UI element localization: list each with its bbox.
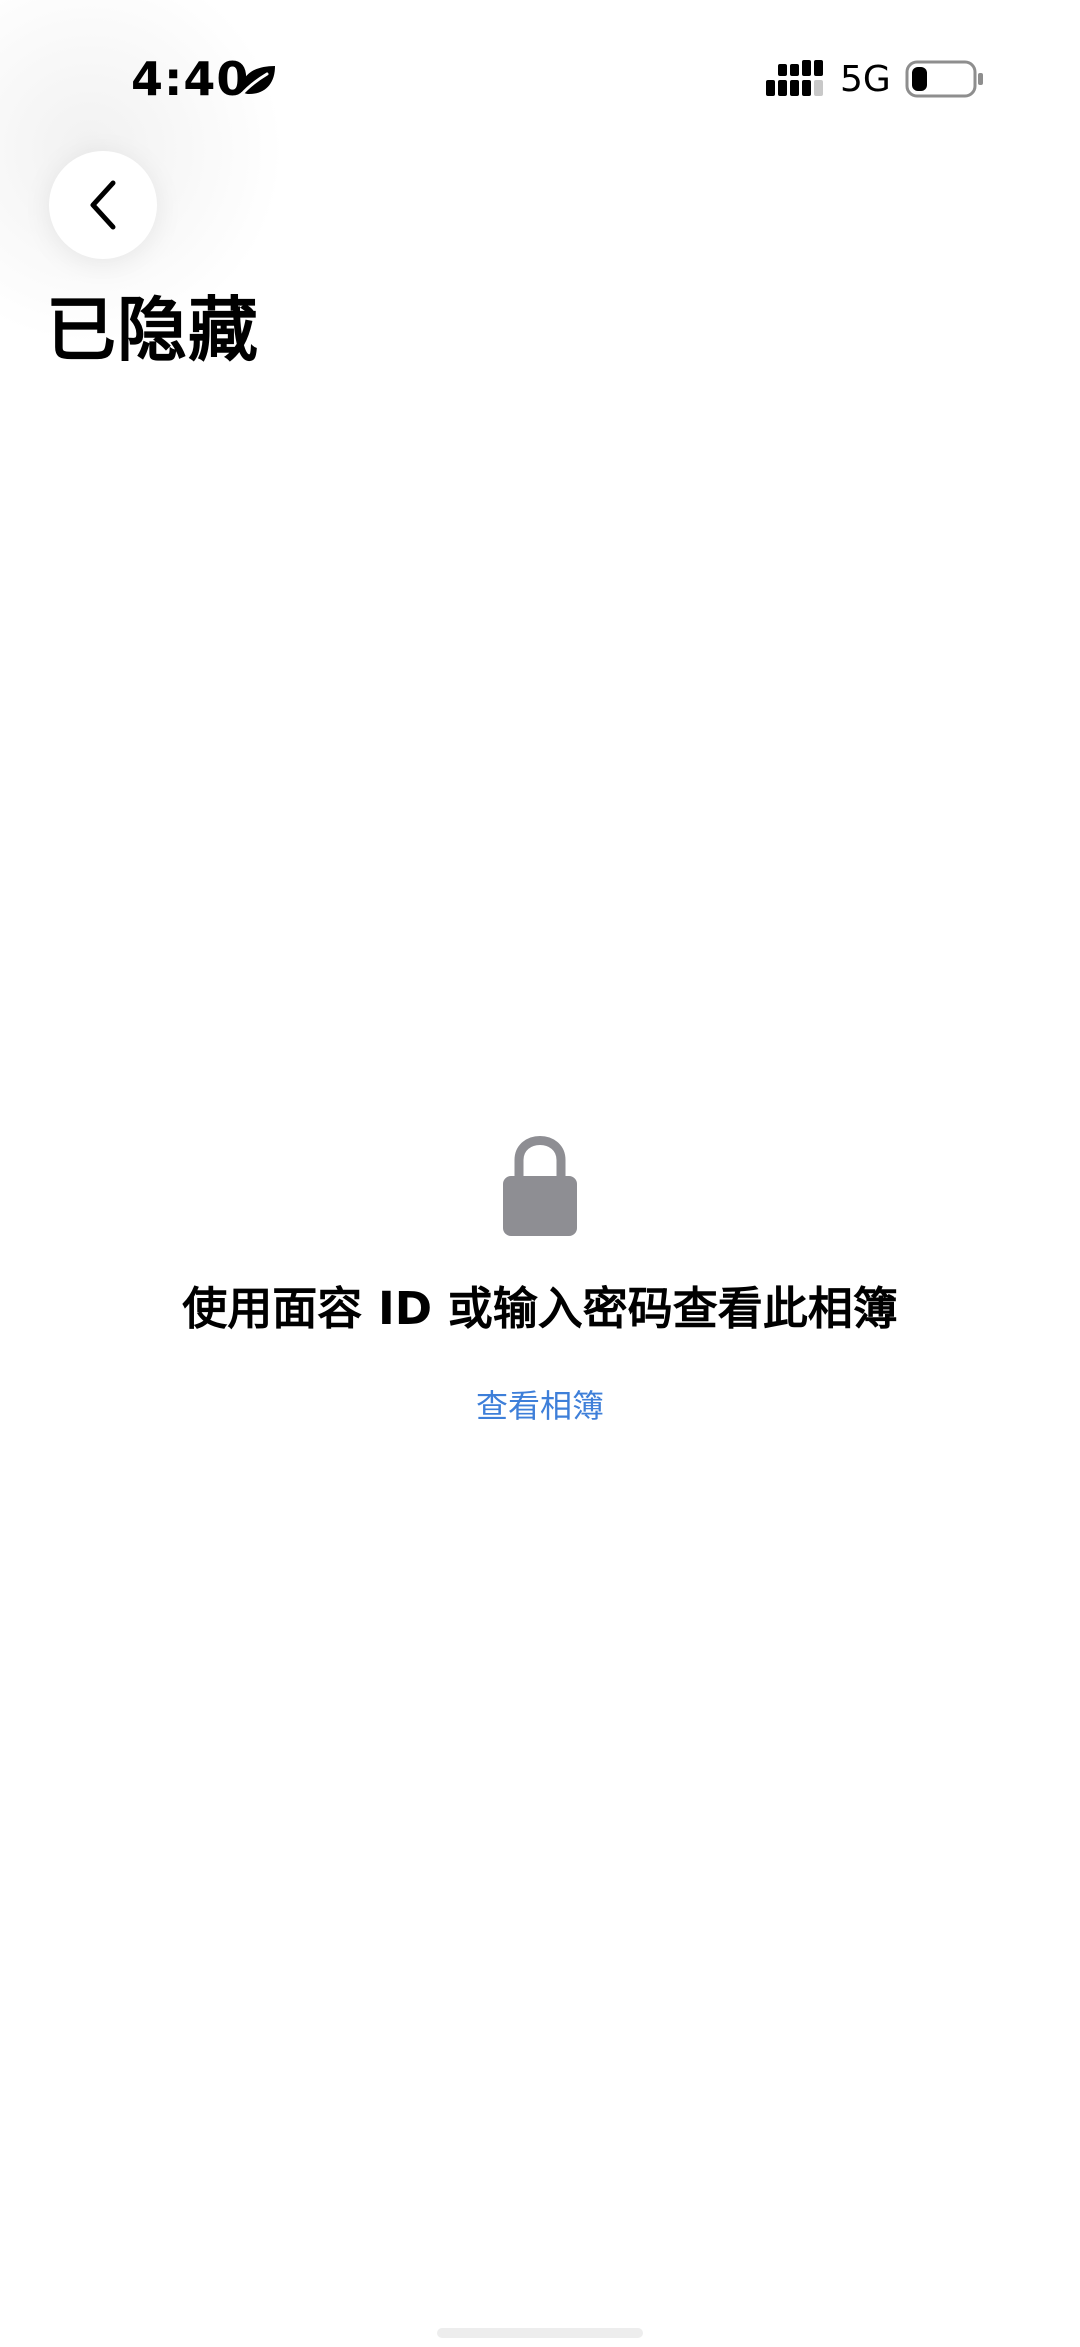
leaf-icon (239, 66, 275, 97)
view-album-button[interactable]: 查看相簿 (0, 1384, 1080, 1428)
battery-icon (905, 60, 983, 98)
network-type: 5G (840, 59, 891, 100)
page-title: 已隐藏 (46, 289, 259, 371)
hidden-album-screen: 4:40 5G 已隐藏 使用面容 ID 或输入密码查看此相簿 查看相簿 (0, 0, 1080, 2347)
lock-icon (503, 1136, 577, 1236)
status-bar: 4:40 5G (0, 0, 1080, 150)
status-time: 4:40 (131, 52, 250, 106)
back-button[interactable] (49, 151, 157, 259)
chevron-left-icon (90, 180, 116, 230)
signal-bars-icon (766, 60, 823, 96)
unlock-instruction: 使用面容 ID 或输入密码查看此相簿 (182, 1282, 898, 1335)
home-indicator[interactable] (437, 2328, 643, 2338)
